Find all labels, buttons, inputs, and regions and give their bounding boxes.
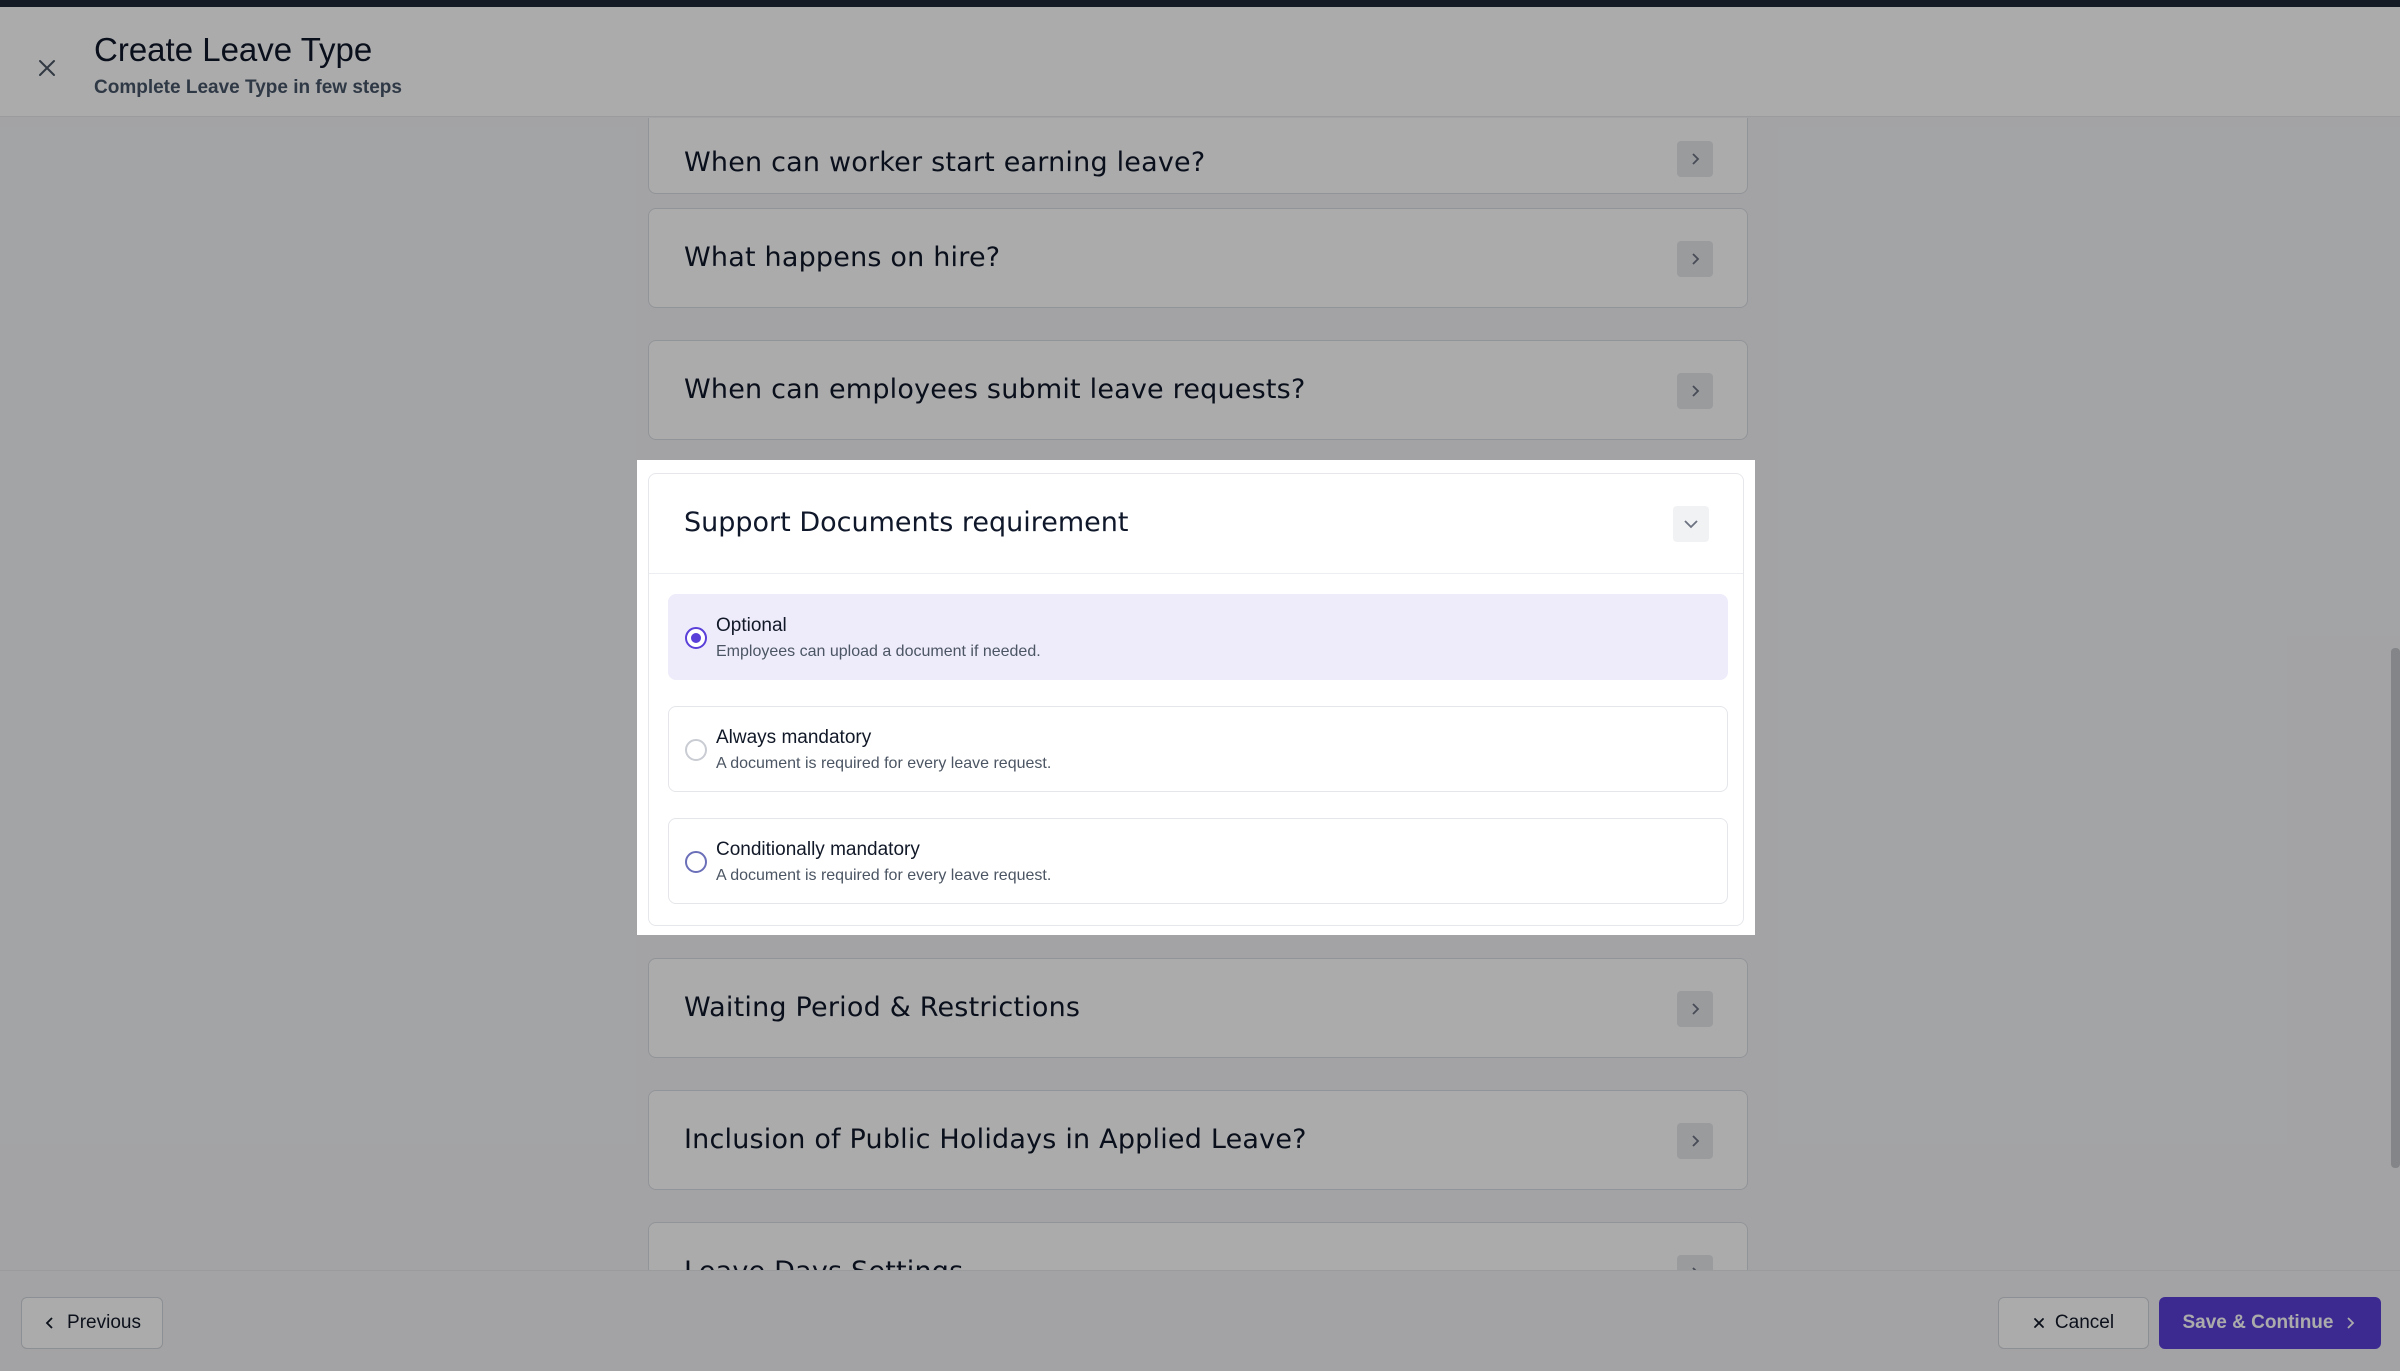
close-icon[interactable] xyxy=(30,51,64,85)
option-always-mandatory[interactable]: Always mandatory A document is required … xyxy=(668,706,1728,792)
option-label: Optional xyxy=(716,615,787,636)
section-header[interactable]: Support Documents requirement xyxy=(649,474,1743,574)
option-conditionally-mandatory[interactable]: Conditionally mandatory A document is re… xyxy=(668,818,1728,904)
cancel-button[interactable]: Cancel xyxy=(1998,1297,2149,1349)
option-optional[interactable]: Optional Employees can upload a document… xyxy=(668,594,1728,680)
cancel-label: Cancel xyxy=(2054,1312,2115,1333)
radio-selected[interactable] xyxy=(685,627,707,649)
scrollbar[interactable] xyxy=(2391,648,2400,1168)
option-description: A document is required for every leave r… xyxy=(716,755,1052,772)
previous-label: Previous xyxy=(67,1312,141,1333)
section-hire[interactable]: What happens on hire? xyxy=(648,208,1748,308)
section-leave-days[interactable]: Leave Days Settings xyxy=(648,1222,1748,1270)
chevron-right-icon[interactable] xyxy=(1677,373,1713,409)
section-holidays[interactable]: Inclusion of Public Holidays in Applied … xyxy=(648,1090,1748,1190)
page-title: Create Leave Type xyxy=(94,31,373,68)
section-title: Leave Days Settings xyxy=(684,1256,963,1270)
chevron-down-icon[interactable] xyxy=(1673,506,1709,542)
chevron-right-icon xyxy=(2347,1317,2355,1329)
option-description: Employees can upload a document if neede… xyxy=(716,643,1041,660)
chevron-right-icon[interactable] xyxy=(1677,1123,1713,1159)
section-title: When can employees submit leave requests… xyxy=(684,374,1306,405)
section-title: Support Documents requirement xyxy=(684,507,1129,538)
save-continue-button[interactable]: Save & Continue xyxy=(2159,1297,2381,1349)
page-header: Create Leave Type Complete Leave Type in… xyxy=(0,7,2400,117)
section-title: What happens on hire? xyxy=(684,242,1001,273)
top-strip xyxy=(0,0,2400,7)
section-earning[interactable]: When can worker start earning leave? xyxy=(648,118,1748,194)
option-description: A document is required for every leave r… xyxy=(716,867,1052,884)
support-documents-section: Support Documents requirement Optional E… xyxy=(648,473,1744,926)
section-title: Inclusion of Public Holidays in Applied … xyxy=(684,1124,1307,1155)
spotlight-panel: Support Documents requirement Optional E… xyxy=(637,460,1755,935)
section-title: When can worker start earning leave? xyxy=(684,147,1206,178)
chevron-left-icon xyxy=(45,1317,53,1329)
page-subtitle: Complete Leave Type in few steps xyxy=(94,77,402,98)
chevron-right-icon[interactable] xyxy=(1677,1255,1713,1270)
chevron-right-icon[interactable] xyxy=(1677,991,1713,1027)
chevron-right-icon[interactable] xyxy=(1677,241,1713,277)
section-waiting[interactable]: Waiting Period & Restrictions xyxy=(648,958,1748,1058)
radio-unselected[interactable] xyxy=(685,739,707,761)
option-label: Always mandatory xyxy=(716,727,872,748)
close-icon xyxy=(2034,1318,2044,1328)
previous-button[interactable]: Previous xyxy=(21,1297,163,1349)
section-submit[interactable]: When can employees submit leave requests… xyxy=(648,340,1748,440)
section-title: Waiting Period & Restrictions xyxy=(684,992,1081,1023)
radio-unselected[interactable] xyxy=(685,851,707,873)
option-label: Conditionally mandatory xyxy=(716,839,920,860)
chevron-right-icon[interactable] xyxy=(1677,141,1713,177)
save-label: Save & Continue xyxy=(2182,1312,2334,1333)
footer-bar: Previous Cancel Save & Continue xyxy=(0,1270,2400,1371)
